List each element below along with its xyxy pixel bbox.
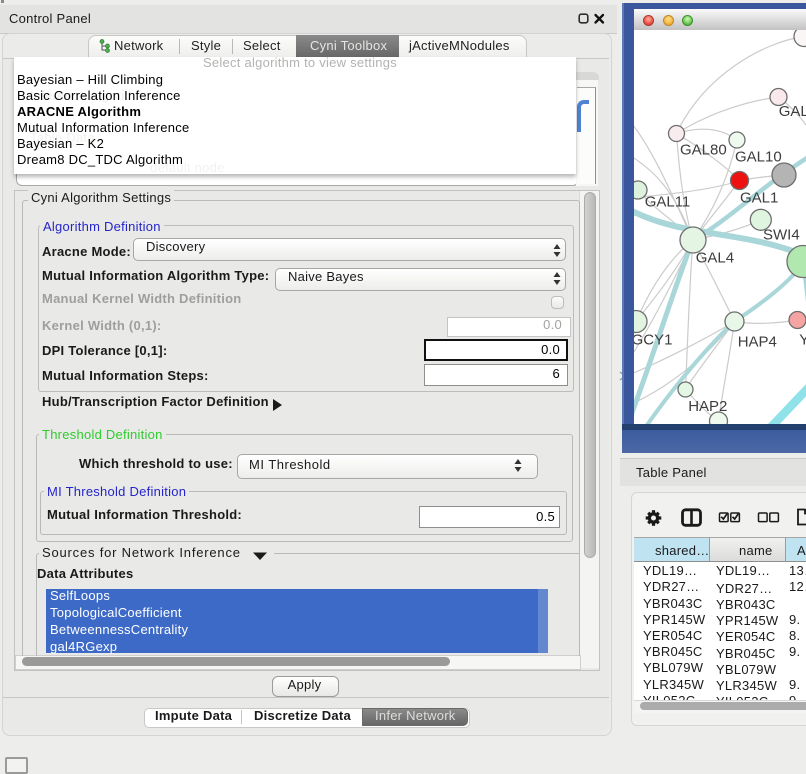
svg-text:HAP2: HAP2 <box>688 398 727 415</box>
svg-text:GAL4: GAL4 <box>696 250 734 267</box>
svg-text:Y: Y <box>799 332 806 349</box>
svg-text:GAL10: GAL10 <box>735 149 782 166</box>
svg-text:GAL80: GAL80 <box>680 142 727 159</box>
svg-text:HAP4: HAP4 <box>738 334 777 351</box>
svg-text:SWI4: SWI4 <box>763 227 800 244</box>
svg-text:GAL8: GAL8 <box>779 103 806 120</box>
svg-text:GAL1: GAL1 <box>740 190 778 207</box>
svg-text:GAL11: GAL11 <box>645 194 691 211</box>
svg-text:GCY1: GCY1 <box>634 332 672 349</box>
